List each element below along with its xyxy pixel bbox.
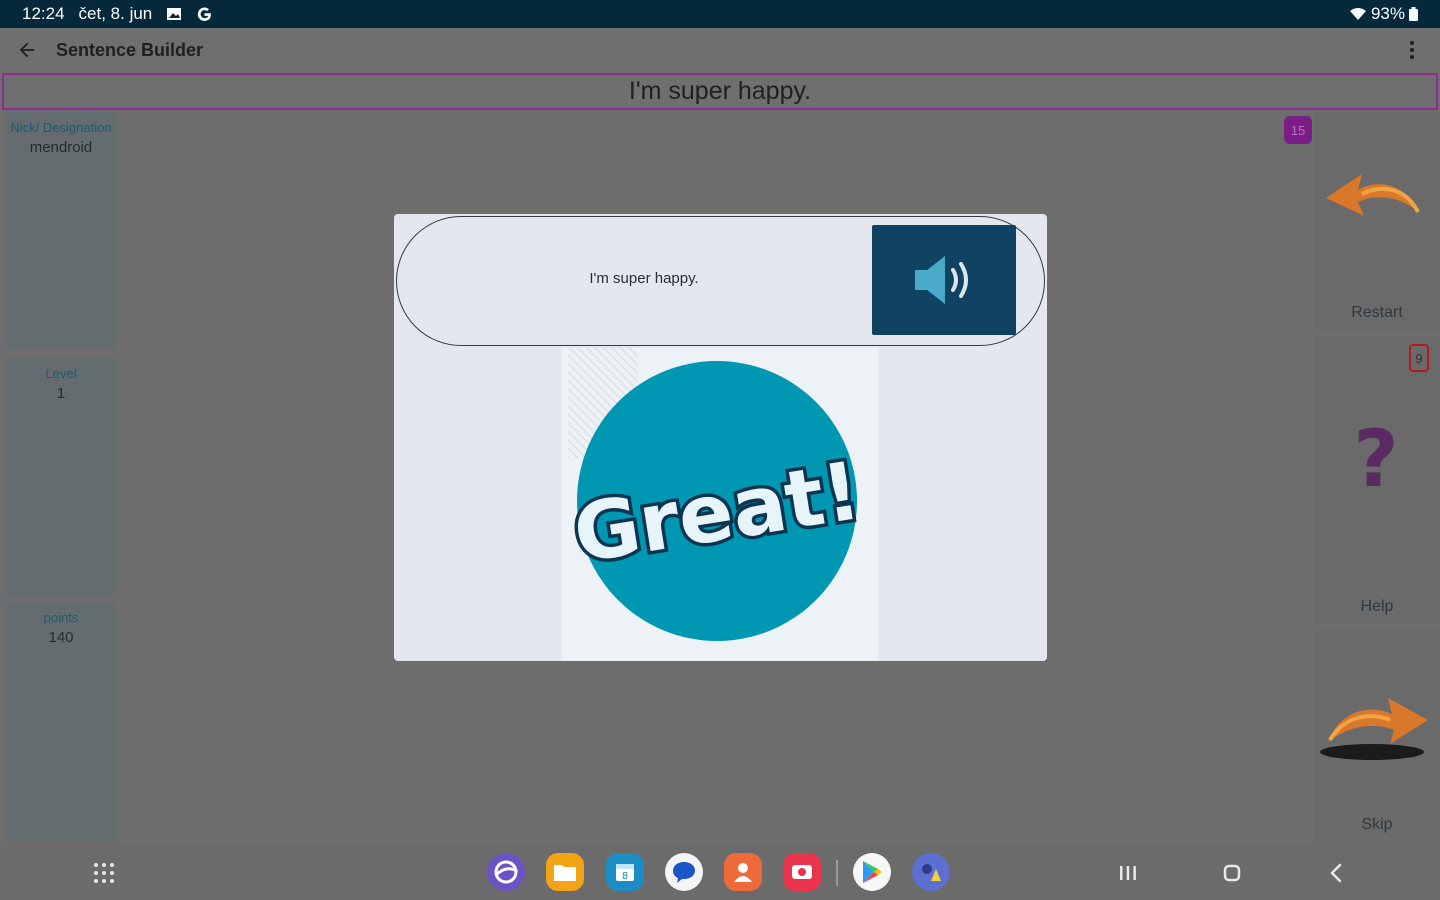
calendar-icon[interactable]: 8 [606,853,644,891]
points-value: 140 [48,629,74,646]
level-value: 1 [56,385,66,402]
skip-button[interactable]: Skip [1314,630,1440,842]
battery-percent: 93% [1370,4,1405,23]
battery-icon [1409,7,1418,21]
nick-value: mendroid [29,139,93,156]
restart-button[interactable]: Restart [1314,112,1440,330]
game-launcher-icon[interactable] [912,853,950,891]
player-info-sidebar: Nick/ Designation mendroid Level 1 point… [6,112,118,842]
app-title: Sentence Builder [56,39,204,60]
help-count-badge: 9 [1409,344,1429,372]
action-panel: Restart ? Help Skip [1314,112,1440,842]
wifi-icon [1349,7,1367,21]
back-button[interactable] [1324,861,1348,885]
files-icon[interactable] [546,853,584,891]
nick-card: Nick/ Designation mendroid [6,112,116,350]
points-label: points [43,610,79,625]
status-date: čet, 8. jun [78,4,153,23]
restart-label: Restart [1351,304,1403,321]
more-vert-icon[interactable] [1400,38,1424,62]
svg-text:?: ? [1353,420,1398,500]
gallery-icon [166,6,182,22]
svg-text:8: 8 [622,871,628,882]
nav-divider [836,860,838,886]
level-label: Level [45,366,77,381]
speaker-icon [915,256,968,304]
play-store-icon[interactable] [853,853,891,891]
points-card: points 140 [6,602,116,842]
app-drawer-icon[interactable] [92,861,116,885]
question-mark-icon: ? [1353,420,1398,500]
status-time: 12:24 [22,4,65,23]
nick-label: Nick/ Designation [10,120,112,135]
app-bar: Sentence Builder [0,28,1440,72]
speaker-button[interactable] [872,225,1016,335]
back-arrow-icon[interactable] [16,39,38,61]
skip-label: Skip [1361,816,1393,833]
reward-image: Great! [562,348,878,661]
internet-icon[interactable] [487,853,525,891]
status-bar: 12:24 čet, 8. jun 93% [0,0,1440,28]
sentence-banner: I'm super happy. [2,73,1438,110]
skip-arrow-icon [1320,698,1428,760]
help-label: Help [1360,598,1394,615]
dialog-sentence: I'm super happy. [589,270,699,287]
contacts-icon[interactable] [724,853,762,891]
result-dialog: I'm super happy. Great! [394,214,1047,661]
google-icon [196,6,213,23]
messages-icon[interactable] [665,853,703,891]
count-badge: 15 [1284,116,1312,144]
home-button[interactable] [1220,861,1244,885]
restart-arrow-icon [1326,174,1420,216]
screen-recorder-icon[interactable] [783,853,821,891]
help-button[interactable]: ? Help [1314,336,1440,624]
recents-button[interactable] [1116,861,1140,885]
level-card: Level 1 [6,358,116,596]
